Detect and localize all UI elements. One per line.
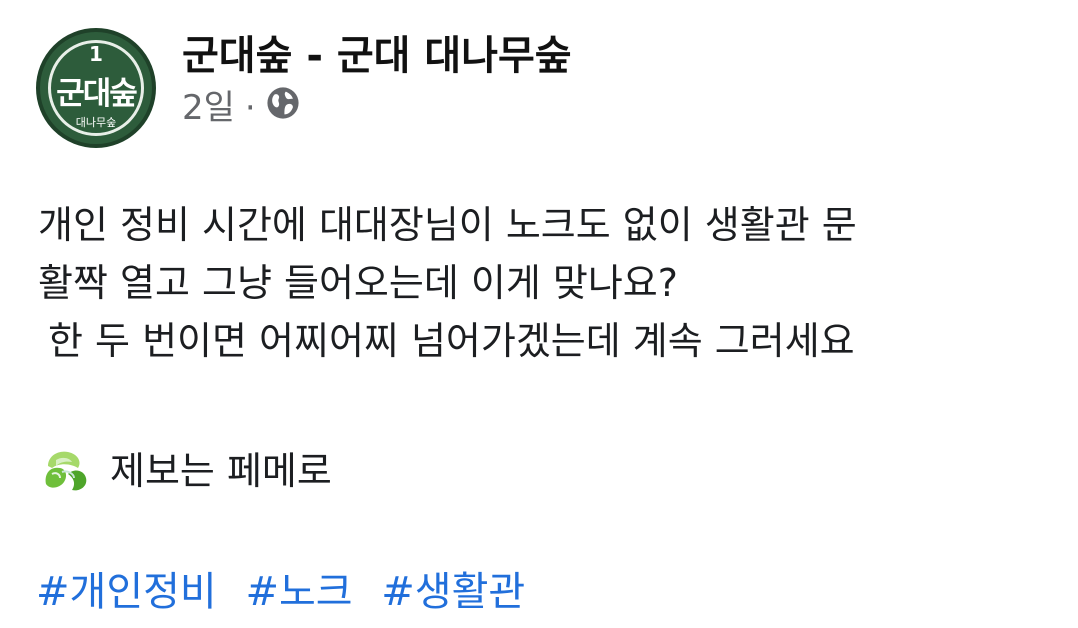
source-line: 제보는 페메로 [38, 442, 332, 500]
hashtag-link[interactable]: #개인정비 [36, 569, 217, 615]
post-meta: 2일 · [182, 86, 572, 129]
leaf-emoji-icon [45, 451, 87, 491]
globe-icon[interactable] [266, 86, 300, 129]
post-line: 활짝 열고 그냥 들어오는데 이게 맞나요? [38, 261, 678, 305]
page-name-link[interactable]: 군대숲 - 군대 대나무숲 [182, 30, 572, 82]
hashtag-link[interactable]: #노크 [245, 569, 352, 615]
post-time-link[interactable]: 2일 [182, 88, 235, 128]
meta-separator: · [244, 87, 256, 128]
post-line: 한 두 번이면 어찌어찌 넘어가겠는데 계속 그러세요 [48, 319, 855, 363]
source-text: 제보는 페메로 [110, 449, 332, 493]
header-text: 군대숲 - 군대 대나무숲 2일 · [182, 30, 572, 129]
page-avatar[interactable]: 1 군대숲 대나무숲 [36, 28, 156, 148]
avatar-sub-text: 대나무숲 [75, 116, 117, 129]
hashtag-list: #개인정비 #노크 #생활관 [36, 564, 541, 620]
post-line: 개인 정비 시간에 대대장님이 노크도 없이 생활관 문 [38, 203, 857, 247]
avatar-number: 1 [89, 42, 103, 66]
hashtag-link[interactable]: #생활관 [381, 569, 525, 615]
avatar-main-text: 군대숲 [56, 76, 138, 112]
post-text: 개인 정비 시간에 대대장님이 노크도 없이 생활관 문 활짝 열고 그냥 들어… [38, 196, 1048, 370]
post-header: 1 군대숲 대나무숲 군대숲 - 군대 대나무숲 2일 · [36, 28, 572, 152]
